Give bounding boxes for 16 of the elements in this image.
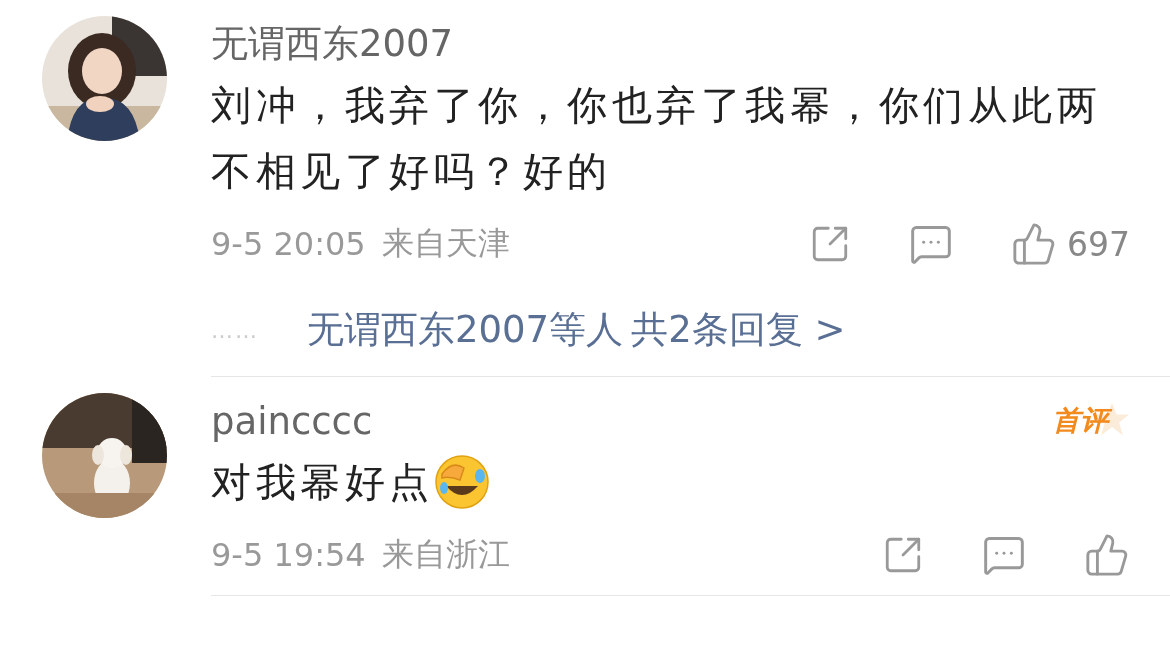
reply-users-link[interactable]: 无谓西东2007等人 — [307, 308, 624, 351]
like-icon[interactable] — [1084, 532, 1130, 578]
comment-text: 刘冲，我弃了你，你也弃了我幂，你们从此两不相见了好吗？好的 — [211, 81, 1102, 196]
ellipsis: …… — [211, 317, 260, 343]
like-icon[interactable] — [1011, 221, 1057, 267]
comment-text: 对我幂好点 — [211, 458, 434, 507]
laughing-emoji-icon — [433, 454, 490, 510]
comment-location: 来自天津 — [381, 223, 510, 264]
first-comment-badge: 首评 — [1052, 401, 1130, 441]
comment-time: 9-5 19:54 — [211, 536, 366, 574]
reply-count-link[interactable]: 共2条回复 > — [631, 308, 846, 351]
username[interactable]: paincccc — [211, 399, 373, 443]
comment-location: 来自浙江 — [381, 534, 510, 575]
comment-time: 9-5 20:05 — [211, 225, 366, 263]
like-count: 697 — [1067, 224, 1130, 264]
username[interactable]: 无谓西东2007 — [211, 19, 454, 69]
